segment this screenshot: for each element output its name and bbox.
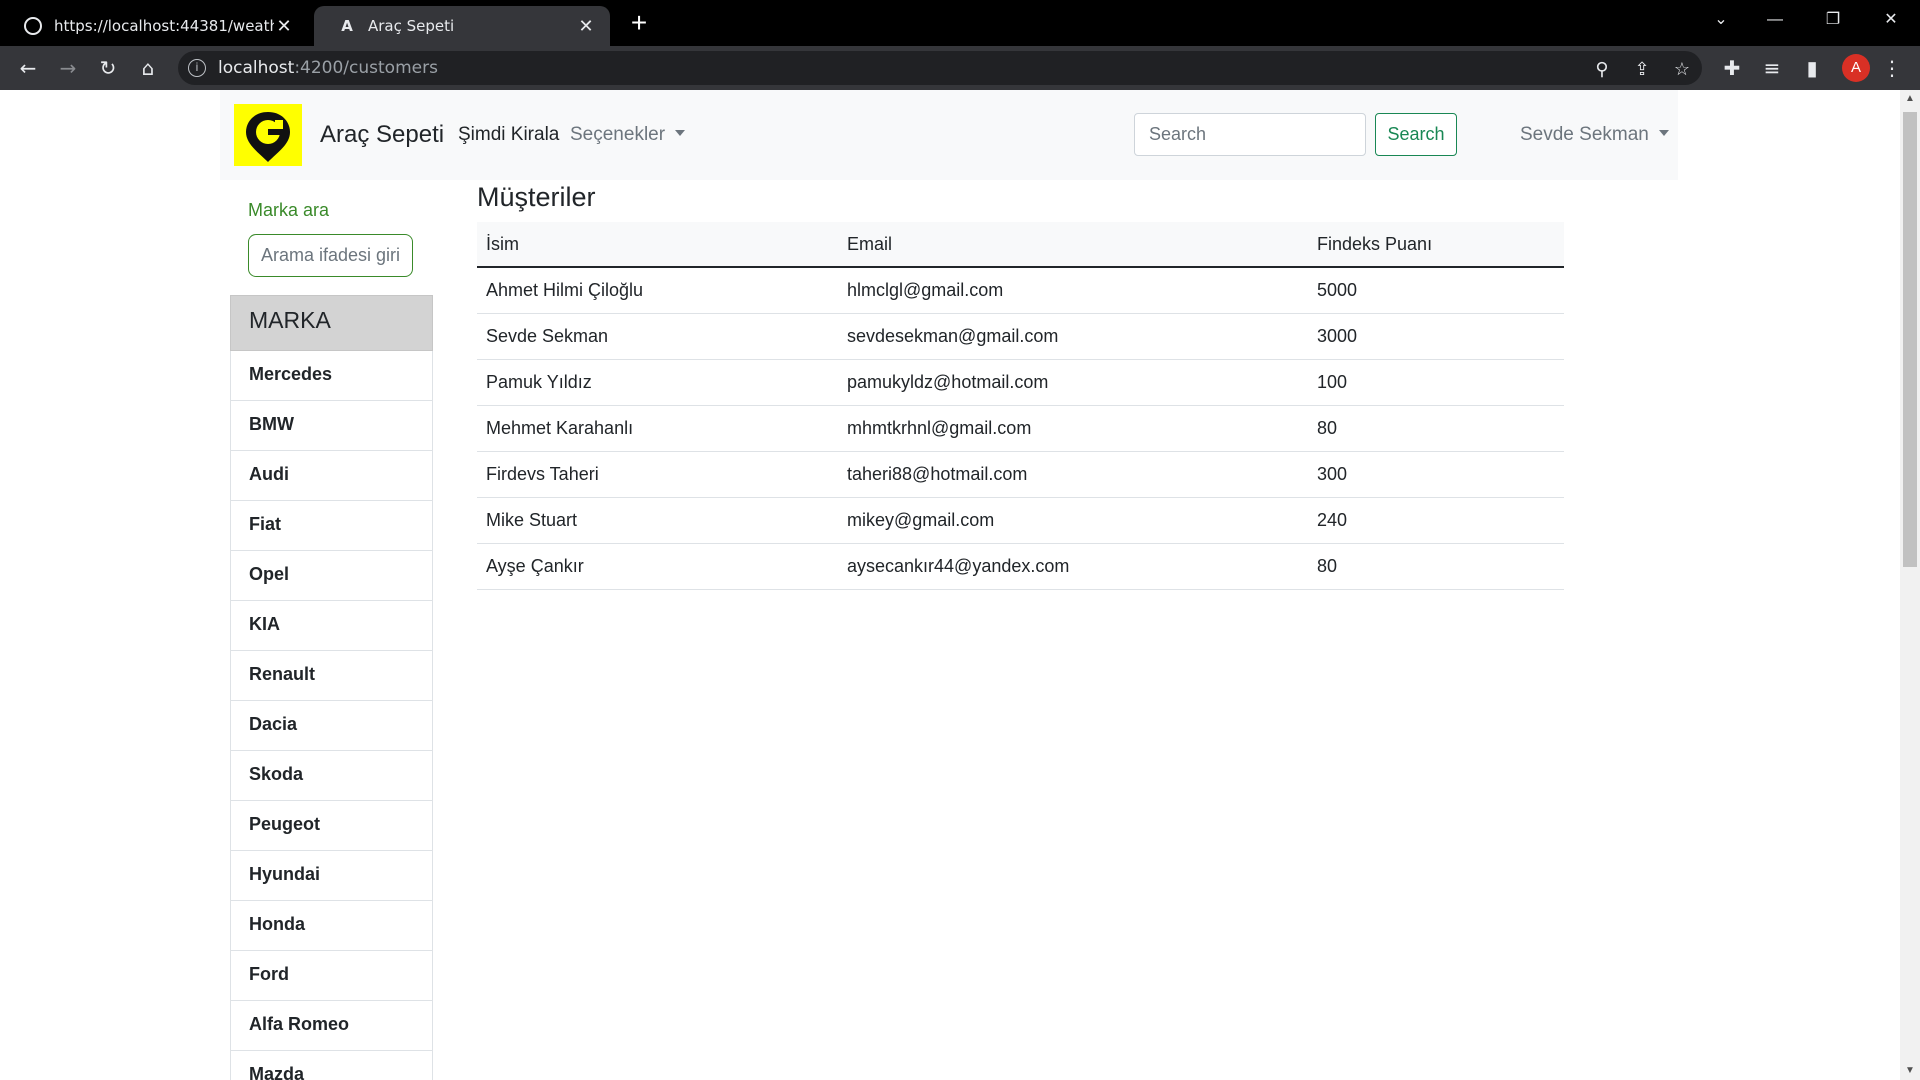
close-icon[interactable]: ✕ (274, 16, 294, 37)
table-header-row: İsim Email Findeks Puanı (477, 222, 1564, 268)
table-row: Ahmet Hilmi Çiloğlu hlmclgl@gmail.com 50… (477, 267, 1564, 314)
brand-item[interactable]: Ford (230, 951, 433, 1001)
brand-item[interactable]: Renault (230, 651, 433, 701)
close-icon[interactable]: ✕ (576, 16, 596, 37)
cell-email: sevdesekman@gmail.com (838, 313, 1308, 360)
menu-kebab-icon[interactable]: ⋮ (1876, 52, 1908, 84)
brand-item[interactable]: Alfa Romeo (230, 1001, 433, 1051)
brand-search-input[interactable] (248, 234, 413, 277)
caret-down-icon (675, 130, 686, 136)
caret-down-icon (1658, 130, 1669, 136)
column-header-findeks: Findeks Puanı (1308, 222, 1564, 268)
browser-toolbar: ← → ↻ ⌂ i localhost:4200/customers ⚲ ⇪ ☆… (0, 46, 1920, 90)
browser-tab-weather[interactable]: https://localhost:44381/weatherf ✕ (0, 6, 308, 46)
scrollbar-thumb[interactable] (1903, 112, 1917, 567)
tab-search-chevron-icon[interactable]: ⌄ (1692, 0, 1750, 40)
brand-name[interactable]: Araç Sepeti (320, 121, 444, 149)
brand-item[interactable]: BMW (230, 401, 433, 451)
table-row: Mike Stuart mikey@gmail.com 240 (477, 497, 1564, 544)
brand-item[interactable]: Peugeot (230, 801, 433, 851)
cell-email: taheri88@hotmail.com (838, 451, 1308, 498)
column-header-name: İsim (477, 222, 838, 268)
window-close-button[interactable]: ✕ (1862, 0, 1920, 40)
customers-table: İsim Email Findeks Puanı Ahmet Hilmi Çil… (477, 222, 1564, 590)
brand-item[interactable]: Dacia (230, 701, 433, 751)
page-viewport: Araç Sepeti Şimdi Kirala Seçenekler Sear… (0, 90, 1900, 1080)
tab-title: Araç Sepeti (368, 17, 455, 35)
brand-item[interactable]: Mercedes (230, 351, 433, 401)
cell-email: hlmclgl@gmail.com (838, 267, 1308, 314)
cell-email: aysecankır44@yandex.com (838, 543, 1308, 590)
home-icon[interactable]: ⌂ (132, 52, 164, 84)
cell-email: pamukyldz@hotmail.com (838, 359, 1308, 406)
new-tab-button[interactable]: + (622, 6, 656, 40)
reload-icon[interactable]: ↻ (92, 52, 124, 84)
brand-search-label: Marka ara (248, 200, 330, 220)
cell-name: Ayşe Çankır (477, 543, 838, 590)
cell-findeks: 5000 (1308, 267, 1564, 314)
brand-item[interactable]: Skoda (230, 751, 433, 801)
cell-findeks: 80 (1308, 543, 1564, 590)
address-bar[interactable]: i localhost:4200/customers ⚲ ⇪ ☆ (178, 51, 1702, 85)
extensions-icon[interactable]: ✚ (1716, 52, 1748, 84)
cell-email: mhmtkrhnl@gmail.com (838, 405, 1308, 452)
brand-list: MARKA Mercedes BMW Audi Fiat Opel KIA Re… (230, 295, 433, 1080)
brand-item[interactable]: Opel (230, 551, 433, 601)
cell-name: Mike Stuart (477, 497, 838, 544)
table-row: Sevde Sekman sevdesekman@gmail.com 3000 (477, 313, 1564, 360)
brand-item[interactable]: KIA (230, 601, 433, 651)
cell-findeks: 100 (1308, 359, 1564, 406)
table-row: Ayşe Çankır aysecankır44@yandex.com 80 (477, 543, 1564, 590)
globe-icon (24, 17, 42, 35)
brand-item[interactable]: Mazda (230, 1051, 433, 1080)
back-arrow-icon[interactable]: ← (12, 52, 44, 84)
page-title: Müşteriler (477, 182, 596, 212)
column-header-email: Email (838, 222, 1308, 268)
cell-name: Pamuk Yıldız (477, 359, 838, 406)
brand-item[interactable]: Hyundai (230, 851, 433, 901)
cell-name: Ahmet Hilmi Çiloğlu (477, 267, 838, 314)
site-info-icon[interactable]: i (188, 59, 206, 77)
brand-item[interactable]: Audi (230, 451, 433, 501)
app-logo[interactable] (234, 104, 302, 166)
brand-item[interactable]: Fiat (230, 501, 433, 551)
bookmark-star-icon[interactable]: ☆ (1668, 55, 1696, 83)
cell-email: mikey@gmail.com (838, 497, 1308, 544)
forward-arrow-icon[interactable]: → (52, 52, 84, 84)
cell-name: Mehmet Karahanlı (477, 405, 838, 452)
cell-findeks: 240 (1308, 497, 1564, 544)
brand-list-header: MARKA (230, 295, 433, 351)
table-row: Pamuk Yıldız pamukyldz@hotmail.com 100 (477, 359, 1564, 406)
restore-button[interactable]: ❐ (1804, 0, 1862, 40)
nav-options-dropdown[interactable]: Seçenekler (570, 124, 686, 146)
tab-title: https://localhost:44381/weatherf (54, 17, 274, 35)
table-row: Mehmet Karahanlı mhmtkrhnl@gmail.com 80 (477, 405, 1564, 452)
browser-tab-arac-sepeti[interactable]: A Araç Sepeti ✕ (314, 6, 610, 46)
cell-findeks: 80 (1308, 405, 1564, 452)
scroll-down-icon[interactable]: ▼ (1900, 1062, 1920, 1080)
profile-avatar[interactable]: A (1842, 54, 1870, 82)
side-panel-icon[interactable]: ▮ (1796, 52, 1828, 84)
table-row: Firdevs Taheri taheri88@hotmail.com 300 (477, 451, 1564, 498)
cell-name: Firdevs Taheri (477, 451, 838, 498)
nav-rent-now[interactable]: Şimdi Kirala (458, 124, 559, 146)
brand-item[interactable]: Honda (230, 901, 433, 951)
zoom-icon[interactable]: ⚲ (1588, 55, 1616, 83)
scroll-up-icon[interactable]: ▲ (1900, 90, 1920, 108)
search-button[interactable]: Search (1375, 113, 1457, 156)
app-navbar: Araç Sepeti Şimdi Kirala Seçenekler Sear… (220, 90, 1678, 180)
media-queue-icon[interactable]: ≡ (1756, 52, 1788, 84)
angular-icon: A (341, 17, 353, 35)
share-icon[interactable]: ⇪ (1628, 55, 1656, 83)
browser-tab-bar: https://localhost:44381/weatherf ✕ A Ara… (0, 0, 1920, 46)
search-input[interactable] (1134, 113, 1366, 156)
cell-name: Sevde Sekman (477, 313, 838, 360)
address-url[interactable]: localhost:4200/customers (218, 58, 438, 78)
minimize-button[interactable]: — (1746, 0, 1804, 40)
user-menu-dropdown[interactable]: Sevde Sekman (1520, 124, 1669, 146)
cell-findeks: 3000 (1308, 313, 1564, 360)
cell-findeks: 300 (1308, 451, 1564, 498)
page-scrollbar[interactable]: ▲ ▼ (1900, 90, 1920, 1080)
